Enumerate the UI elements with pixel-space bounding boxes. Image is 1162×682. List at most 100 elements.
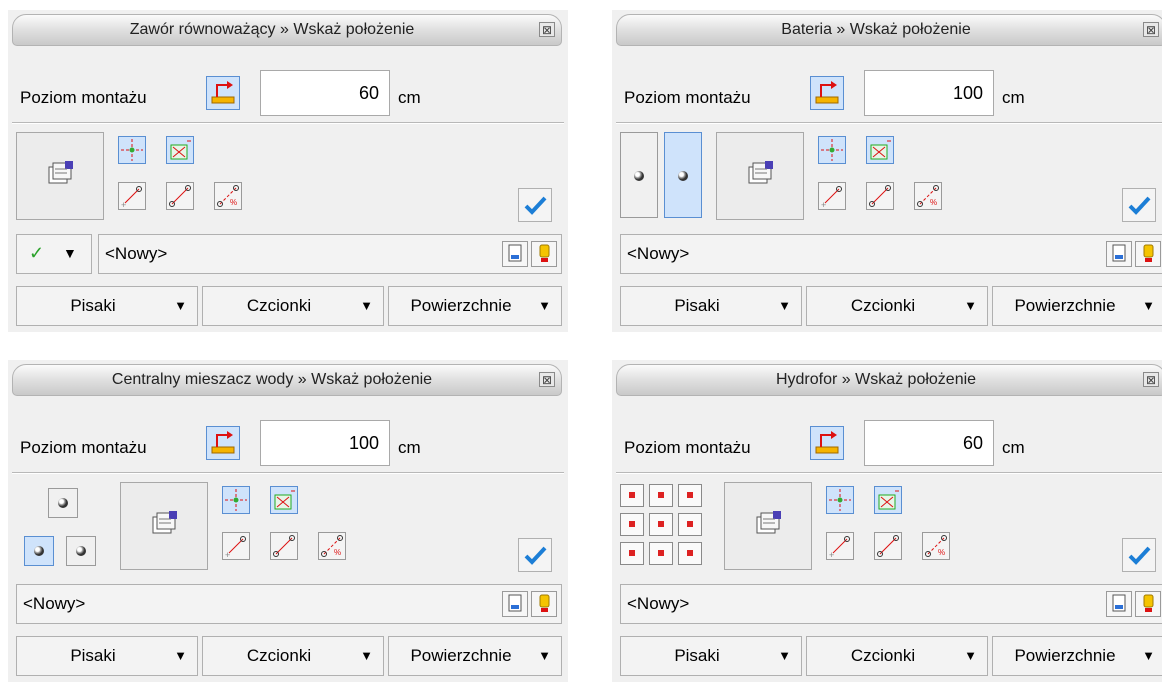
frame-point-button[interactable]: [874, 486, 902, 514]
snap-start-button[interactable]: +: [826, 532, 854, 560]
anchor-top-left[interactable]: [620, 484, 644, 507]
variant-right-button[interactable]: [66, 536, 96, 566]
pisaki-dropdown[interactable]: Pisaki ▼: [620, 636, 802, 676]
frame-point-button[interactable]: [270, 486, 298, 514]
powierzchnie-dropdown[interactable]: Powierzchnie ▼: [388, 636, 562, 676]
properties-icon: [756, 511, 781, 534]
level-mode-button[interactable]: [810, 76, 844, 110]
svg-text:%: %: [334, 548, 341, 557]
snap-start-button[interactable]: +: [222, 532, 250, 560]
snap-start-icon: +: [829, 536, 850, 560]
visibility-dropdown[interactable]: ✓ ▼: [16, 234, 92, 274]
insertion-point-button[interactable]: [222, 486, 250, 514]
powierzchnie-dropdown[interactable]: Powierzchnie ▼: [992, 286, 1162, 326]
titlebar[interactable]: Centralny mieszacz wody » Wskaż położeni…: [12, 364, 562, 396]
level-mode-button[interactable]: [810, 426, 844, 460]
czcionki-dropdown[interactable]: Czcionki ▼: [806, 286, 988, 326]
variant-button-1[interactable]: [620, 132, 658, 218]
variant-top-button[interactable]: [48, 488, 78, 518]
lamp-icon[interactable]: [1135, 241, 1161, 267]
level-input[interactable]: 100: [864, 70, 994, 116]
level-arrow-icon: [815, 431, 839, 454]
snap-ratio-button[interactable]: %: [922, 532, 950, 560]
level-input[interactable]: 60: [260, 70, 390, 116]
chevron-down-icon: ▼: [778, 298, 791, 313]
czcionki-dropdown[interactable]: Czcionki ▼: [202, 286, 384, 326]
frame-point-icon: [878, 490, 899, 510]
level-input[interactable]: 100: [260, 420, 390, 466]
czcionki-dropdown[interactable]: Czcionki ▼: [806, 636, 988, 676]
pisaki-dropdown[interactable]: Pisaki ▼: [16, 636, 198, 676]
snap-line-button[interactable]: [866, 182, 894, 210]
anchor-bottom-right[interactable]: [678, 542, 702, 565]
properties-button[interactable]: [16, 132, 104, 220]
properties-button[interactable]: [724, 482, 812, 570]
style-name-field[interactable]: <Nowy>: [16, 584, 562, 624]
confirm-button[interactable]: [518, 538, 552, 572]
snap-ratio-button[interactable]: %: [214, 182, 242, 210]
confirm-button[interactable]: [1122, 538, 1156, 572]
anchor-bottom-left[interactable]: [620, 542, 644, 565]
close-icon[interactable]: ⊠: [1143, 372, 1159, 387]
level-arrow-icon: [211, 431, 235, 454]
properties-button[interactable]: [120, 482, 208, 570]
titlebar[interactable]: Bateria » Wskaż położenie ⊠: [616, 14, 1162, 46]
powierzchnie-dropdown[interactable]: Powierzchnie ▼: [992, 636, 1162, 676]
variant-button-2[interactable]: [664, 132, 702, 218]
snap-ratio-button[interactable]: %: [318, 532, 346, 560]
titlebar[interactable]: Hydrofor » Wskaż położenie ⊠: [616, 364, 1162, 396]
snap-line-button[interactable]: [874, 532, 902, 560]
anchor-bottom-center[interactable]: [649, 542, 673, 565]
czcionki-dropdown[interactable]: Czcionki ▼: [202, 636, 384, 676]
insertion-point-button[interactable]: [118, 136, 146, 164]
lamp-icon[interactable]: [531, 591, 557, 617]
level-mode-button[interactable]: [206, 426, 240, 460]
document-icon[interactable]: [502, 241, 528, 267]
frame-point-icon: [274, 490, 295, 510]
confirm-button[interactable]: [1122, 188, 1156, 222]
close-icon[interactable]: ⊠: [539, 372, 555, 387]
close-icon[interactable]: ⊠: [539, 22, 555, 37]
style-name-field[interactable]: <Nowy>: [620, 234, 1162, 274]
properties-button[interactable]: [716, 132, 804, 220]
insertion-point-button[interactable]: [826, 486, 854, 514]
unit-label: cm: [1002, 438, 1025, 457]
pisaki-dropdown[interactable]: Pisaki ▼: [620, 286, 802, 326]
frame-point-button[interactable]: [866, 136, 894, 164]
svg-text:%: %: [930, 198, 937, 207]
insertion-point-button[interactable]: [818, 136, 846, 164]
snap-start-button[interactable]: +: [818, 182, 846, 210]
pisaki-dropdown[interactable]: Pisaki ▼: [16, 286, 198, 326]
chevron-down-icon: ▼: [778, 648, 791, 663]
snap-ratio-button[interactable]: %: [914, 182, 942, 210]
panel-zawor: Zawór równoważący » Wskaż położenie ⊠ Po…: [8, 10, 568, 332]
document-icon[interactable]: [1106, 591, 1132, 617]
chevron-down-icon: ▼: [63, 245, 77, 261]
frame-point-button[interactable]: [166, 136, 194, 164]
lamp-icon[interactable]: [1135, 591, 1161, 617]
snap-line-icon: [169, 185, 191, 207]
anchor-middle-left[interactable]: [620, 513, 644, 536]
level-mode-button[interactable]: [206, 76, 240, 110]
snap-line-button[interactable]: [270, 532, 298, 560]
document-icon[interactable]: [1106, 241, 1132, 267]
anchor-top-right[interactable]: [678, 484, 702, 507]
style-name-field[interactable]: <Nowy>: [98, 234, 562, 274]
level-input[interactable]: 60: [864, 420, 994, 466]
variant-left-button[interactable]: [24, 536, 54, 566]
document-icon[interactable]: [502, 591, 528, 617]
snap-line-button[interactable]: [166, 182, 194, 210]
anchor-middle-right[interactable]: [678, 513, 702, 536]
lamp-icon[interactable]: [531, 241, 557, 267]
powierzchnie-dropdown[interactable]: Powierzchnie ▼: [388, 286, 562, 326]
titlebar[interactable]: Zawór równoważący » Wskaż położenie ⊠: [12, 14, 562, 46]
snap-start-button[interactable]: +: [118, 182, 146, 210]
panel-bateria: Bateria » Wskaż położenie ⊠ Poziom monta…: [612, 10, 1162, 332]
confirm-button[interactable]: [518, 188, 552, 222]
close-icon[interactable]: ⊠: [1143, 22, 1159, 37]
anchor-top-center[interactable]: [649, 484, 673, 507]
snap-ratio-icon: %: [217, 185, 239, 207]
checkmark-icon: [524, 196, 547, 215]
anchor-center[interactable]: [649, 513, 673, 536]
style-name-field[interactable]: <Nowy>: [620, 584, 1162, 624]
